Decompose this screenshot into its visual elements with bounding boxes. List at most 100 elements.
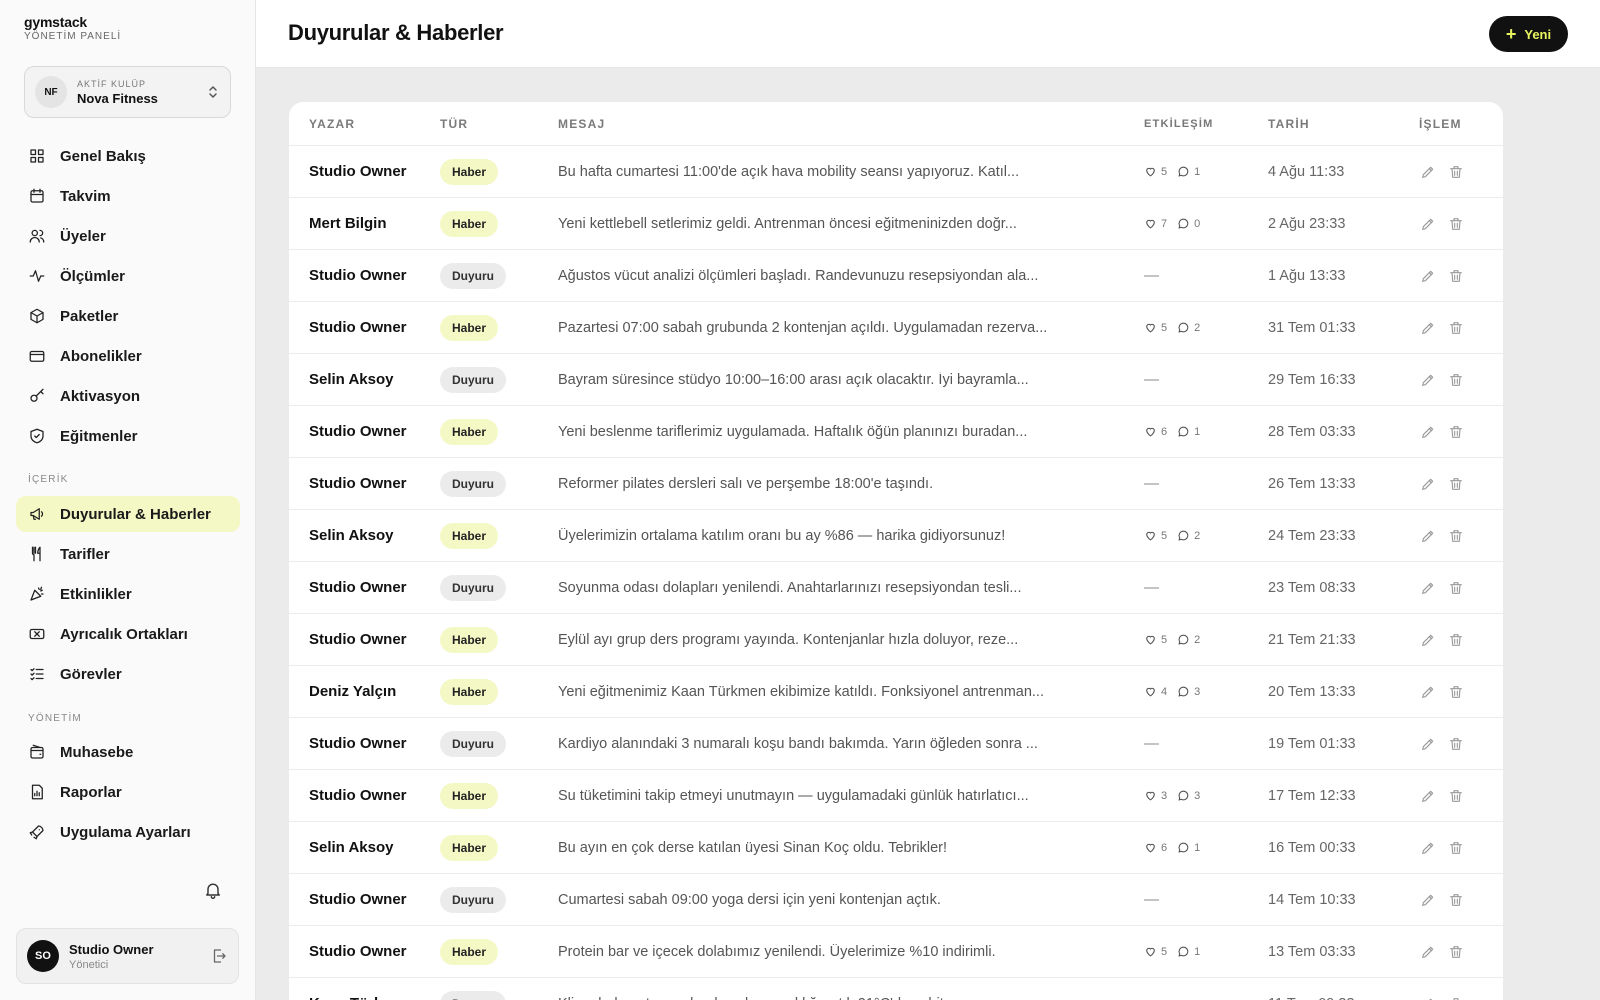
type-badge: Haber bbox=[440, 678, 499, 705]
edit-icon[interactable] bbox=[1419, 735, 1437, 753]
sidebar-item-party[interactable]: Etkinlikler bbox=[16, 576, 240, 612]
table-row[interactable]: Selin Aksoy Duyuru Bayram süresince stüdyo… bbox=[289, 354, 1503, 406]
chevron-updown-icon bbox=[206, 85, 220, 99]
edit-icon[interactable] bbox=[1419, 995, 1437, 1000]
sidebar-item-calendar[interactable]: Takvim bbox=[16, 178, 240, 214]
trash-icon[interactable] bbox=[1447, 891, 1465, 909]
sidebar-item-credit-card[interactable]: Abonelikler bbox=[16, 338, 240, 374]
table-row[interactable]: Deniz Yalçın Haber Yeni eğitmenimiz Kaan T… bbox=[289, 666, 1503, 718]
sidebar-item-grid[interactable]: Genel Bakış bbox=[16, 138, 240, 174]
trash-icon[interactable] bbox=[1447, 215, 1465, 233]
trash-icon[interactable] bbox=[1447, 163, 1465, 181]
author-cell: Studio Owner bbox=[309, 943, 407, 960]
action-cell bbox=[1419, 787, 1503, 805]
sidebar-item-utensils[interactable]: Tarifler bbox=[16, 536, 240, 572]
user-role: Yönetici bbox=[69, 958, 109, 971]
edit-icon[interactable] bbox=[1419, 319, 1437, 337]
trash-icon[interactable] bbox=[1447, 423, 1465, 441]
table-row[interactable]: Studio Owner Duyuru Reformer pilates dersl… bbox=[289, 458, 1503, 510]
ticket-icon bbox=[28, 625, 46, 643]
table-row[interactable]: Mert Bilgin Haber Yeni kettlebell setlerim… bbox=[289, 198, 1503, 250]
col-message: MESAJ bbox=[558, 116, 606, 131]
heart-icon bbox=[1146, 531, 1155, 541]
trash-icon[interactable] bbox=[1447, 371, 1465, 389]
table-row[interactable]: Studio Owner Duyuru Soyunma odası dolaplar… bbox=[289, 562, 1503, 614]
sidebar-item-megaphone[interactable]: Duyurular & Haberler bbox=[16, 496, 240, 532]
sidebar-item-ticket[interactable]: Ayrıcalık Ortakları bbox=[16, 616, 240, 652]
type-badge: Duyuru bbox=[440, 730, 506, 757]
trash-icon[interactable] bbox=[1447, 475, 1465, 493]
edit-icon[interactable] bbox=[1419, 943, 1437, 961]
trash-icon[interactable] bbox=[1447, 995, 1465, 1000]
comment-icon bbox=[1178, 686, 1189, 697]
logout-icon[interactable] bbox=[210, 947, 228, 965]
edit-icon[interactable] bbox=[1419, 215, 1437, 233]
table-row[interactable]: Selin Aksoy Haber Üyelerimizin ortalama ka… bbox=[289, 510, 1503, 562]
edit-icon[interactable] bbox=[1419, 891, 1437, 909]
new-button-label: Yeni bbox=[1524, 26, 1552, 42]
trash-icon[interactable] bbox=[1447, 683, 1465, 701]
trash-icon[interactable] bbox=[1447, 943, 1465, 961]
like-count: 5 bbox=[1161, 633, 1168, 646]
sidebar-item-activity[interactable]: Ölçümler bbox=[16, 258, 240, 294]
table-row[interactable]: Studio Owner Haber Yeni beslenme tarifleri… bbox=[289, 406, 1503, 458]
table-row[interactable]: Studio Owner Haber Protein bar ve içecek d… bbox=[289, 926, 1503, 978]
date-cell: 4 Ağu 11:33 bbox=[1268, 163, 1345, 180]
trash-icon[interactable] bbox=[1447, 787, 1465, 805]
type-badge: Haber bbox=[440, 626, 499, 653]
engagement-empty: — bbox=[1144, 735, 1159, 752]
message-cell: Yeni beslenme tariflerimiz uygulamada. H… bbox=[558, 423, 1028, 440]
edit-icon[interactable] bbox=[1419, 579, 1437, 597]
user-card[interactable]: SO Studio Owner Yönetici bbox=[16, 928, 239, 984]
edit-icon[interactable] bbox=[1419, 527, 1437, 545]
heart-icon bbox=[1146, 427, 1155, 437]
table-row[interactable]: Studio Owner Duyuru Kardiyo alanındaki 3 n… bbox=[289, 718, 1503, 770]
edit-icon[interactable] bbox=[1419, 631, 1437, 649]
like-count: 5 bbox=[1161, 165, 1168, 178]
trash-icon[interactable] bbox=[1447, 527, 1465, 545]
new-button[interactable]: + Yeni bbox=[1489, 16, 1568, 52]
trash-icon[interactable] bbox=[1447, 267, 1465, 285]
table-row[interactable]: Selin Aksoy Haber Bu ayın en çok derse kat… bbox=[289, 822, 1503, 874]
action-cell bbox=[1419, 371, 1503, 389]
trash-icon[interactable] bbox=[1447, 839, 1465, 857]
edit-icon[interactable] bbox=[1419, 475, 1437, 493]
trash-icon[interactable] bbox=[1447, 319, 1465, 337]
sidebar-item-rocket[interactable]: Uygulama Ayarları bbox=[16, 814, 240, 850]
edit-icon[interactable] bbox=[1419, 839, 1437, 857]
engagement-cell: 61 bbox=[1144, 425, 1268, 438]
sidebar-item-wallet[interactable]: Muhasebe bbox=[16, 734, 240, 770]
edit-icon[interactable] bbox=[1419, 423, 1437, 441]
bell-icon[interactable] bbox=[203, 880, 223, 900]
comment-count: 1 bbox=[1194, 945, 1201, 958]
table-row[interactable]: Studio Owner Haber Pazartesi 07:00 sabah g… bbox=[289, 302, 1503, 354]
table-row[interactable]: Studio Owner Duyuru Ağustos vücut analizi … bbox=[289, 250, 1503, 302]
table-row[interactable]: Studio Owner Haber Eylül ayı grup ders pro… bbox=[289, 614, 1503, 666]
edit-icon[interactable] bbox=[1419, 683, 1437, 701]
comment-icon bbox=[1178, 946, 1189, 957]
sidebar-item-key[interactable]: Aktivasyon bbox=[16, 378, 240, 414]
sidebar-item-label: Genel Bakış bbox=[60, 147, 146, 165]
trash-icon[interactable] bbox=[1447, 579, 1465, 597]
sidebar-item-checklist[interactable]: Görevler bbox=[16, 656, 240, 692]
sidebar-item-users[interactable]: Üyeler bbox=[16, 218, 240, 254]
message-cell: Eylül ayı grup ders programı yayında. Ko… bbox=[558, 631, 1019, 648]
edit-icon[interactable] bbox=[1419, 267, 1437, 285]
edit-icon[interactable] bbox=[1419, 787, 1437, 805]
sidebar-item-report[interactable]: Raporlar bbox=[16, 774, 240, 810]
trash-icon[interactable] bbox=[1447, 735, 1465, 753]
sidebar-item-shield[interactable]: Eğitmenler bbox=[16, 418, 240, 454]
trash-icon[interactable] bbox=[1447, 631, 1465, 649]
edit-icon[interactable] bbox=[1419, 371, 1437, 389]
table-row[interactable]: Studio Owner Haber Bu hafta cumartesi 11:0… bbox=[289, 146, 1503, 198]
table-row[interactable]: Kaan TürkmenDuyuru Klima bakımı tamamland… bbox=[289, 978, 1503, 1000]
table-row[interactable]: Studio Owner Duyuru Cumartesi sabah 09:00 … bbox=[289, 874, 1503, 926]
engagement-cell: — bbox=[1144, 579, 1268, 596]
date-cell: 2 Ağu 23:33 bbox=[1268, 215, 1346, 232]
edit-icon[interactable] bbox=[1419, 163, 1437, 181]
sidebar-item-package[interactable]: Paketler bbox=[16, 298, 240, 334]
club-switcher[interactable]: NF AKTİF KULÜP Nova Fitness bbox=[24, 66, 231, 118]
table-row[interactable]: Studio Owner Haber Su tüketimini takip etm… bbox=[289, 770, 1503, 822]
like-count: 5 bbox=[1161, 529, 1168, 542]
action-cell bbox=[1419, 839, 1503, 857]
